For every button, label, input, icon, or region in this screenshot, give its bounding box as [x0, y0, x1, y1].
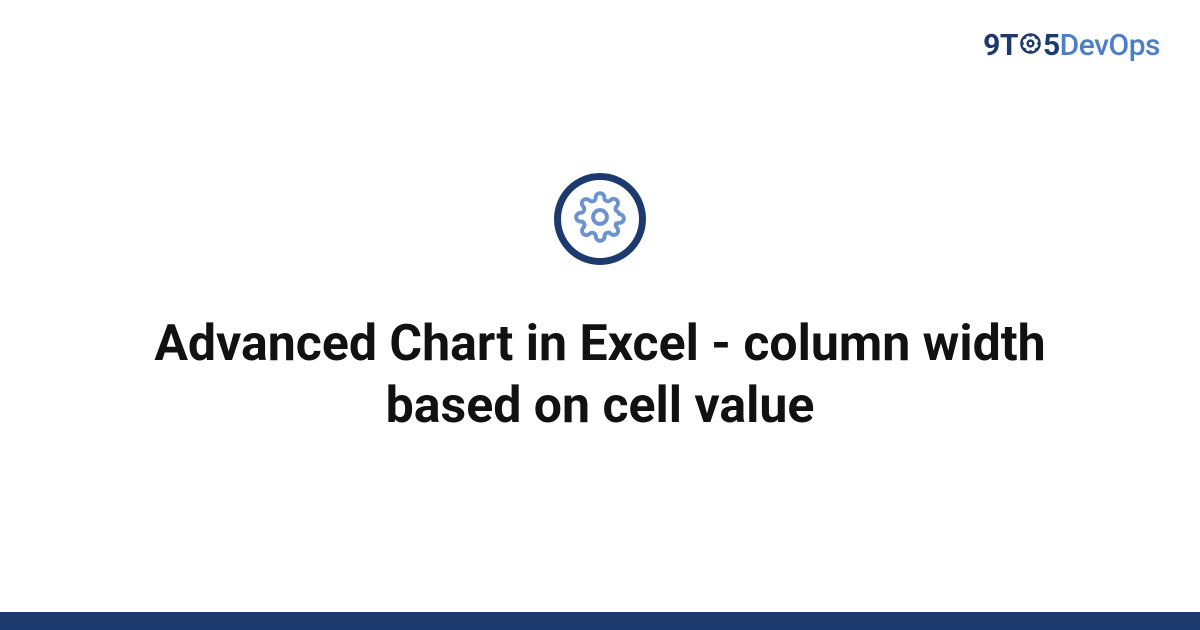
- page-title: Advanced Chart in Excel - column width b…: [120, 313, 1080, 438]
- main-content: Advanced Chart in Excel - column width b…: [0, 0, 1200, 630]
- gear-badge: [554, 173, 646, 265]
- footer-accent-bar: [0, 612, 1200, 630]
- gear-icon: [574, 191, 626, 247]
